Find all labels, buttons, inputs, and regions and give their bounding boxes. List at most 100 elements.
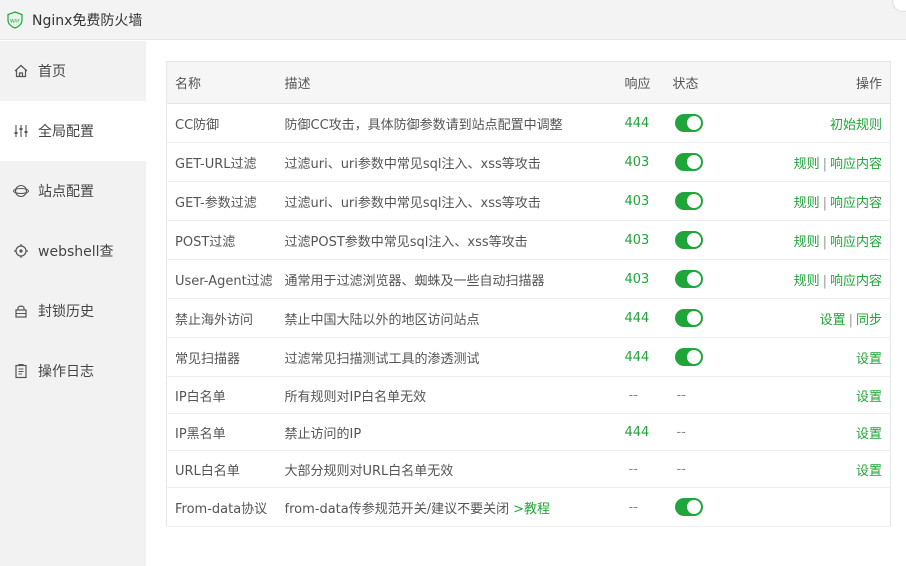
settings-link[interactable]: 设置 bbox=[856, 427, 882, 442]
row-name: CC防御 bbox=[166, 103, 285, 143]
sidebar-item-label: 全局配置 bbox=[38, 124, 94, 140]
status-toggle[interactable] bbox=[674, 348, 703, 366]
row-status bbox=[672, 142, 743, 182]
settings-link[interactable]: 设置 bbox=[820, 313, 846, 328]
sync-link[interactable]: 同步 bbox=[856, 313, 882, 328]
row-desc: 通常用于过滤浏览器、蜘蛛及一些自动扫描器 bbox=[284, 259, 625, 299]
sidebar-item-site-config[interactable]: 站点配置 bbox=[0, 161, 146, 221]
initial-rules-link[interactable]: 初始规则 bbox=[830, 118, 882, 133]
status-toggle[interactable] bbox=[674, 231, 703, 249]
row-desc: 过滤uri、uri参数中常见sql注入、xss等攻击 bbox=[284, 142, 625, 182]
row-ops: 设置 | 同步 bbox=[742, 298, 891, 338]
status-toggle[interactable] bbox=[674, 192, 703, 210]
status-toggle[interactable] bbox=[674, 270, 703, 288]
row-resp: -- bbox=[624, 450, 673, 488]
row-desc: 大部分规则对URL白名单无效 bbox=[284, 450, 625, 488]
row-resp: -- bbox=[624, 487, 673, 527]
row-name: IP黑名单 bbox=[166, 413, 285, 451]
status-toggle[interactable] bbox=[674, 498, 703, 516]
response-content-link[interactable]: 响应内容 bbox=[830, 157, 882, 172]
row-resp[interactable]: 403 bbox=[624, 220, 673, 260]
rules-link[interactable]: 规则 bbox=[794, 274, 820, 289]
row-status bbox=[672, 220, 743, 260]
rules-link[interactable]: 规则 bbox=[794, 235, 820, 250]
row-status: -- bbox=[672, 450, 743, 488]
logo-text: WAF bbox=[10, 18, 20, 24]
row-ops: 规则 | 响应内容 bbox=[742, 181, 891, 221]
row-resp[interactable]: 444 bbox=[624, 413, 673, 451]
sidebar-item-home[interactable]: 首页 bbox=[0, 41, 146, 101]
table-row: CC防御 防御CC攻击，具体防御参数请到站点配置中调整 444 初始规则 bbox=[166, 103, 891, 143]
rules-link[interactable]: 规则 bbox=[794, 157, 820, 172]
sidebar: 首页 全局配置 站点配置 webshell查 封锁历史 操作日志 bbox=[0, 41, 146, 566]
row-name: GET-参数过滤 bbox=[166, 181, 285, 221]
row-desc: 所有规则对IP白名单无效 bbox=[284, 376, 625, 414]
row-name: IP白名单 bbox=[166, 376, 285, 414]
separator: | bbox=[848, 312, 853, 328]
title-bar: WAF Nginx免费防火墙 bbox=[0, 0, 906, 40]
table-row: User-Agent过滤 通常用于过滤浏览器、蜘蛛及一些自动扫描器 403 规则… bbox=[166, 259, 891, 299]
tutorial-link[interactable]: >教程 bbox=[513, 502, 550, 517]
response-content-link[interactable]: 响应内容 bbox=[830, 196, 882, 211]
table-row: IP黑名单 禁止访问的IP 444 -- 设置 bbox=[166, 413, 891, 451]
table-row: POST过滤 过滤POST参数中常见sql注入、xss等攻击 403 规则 | 响应… bbox=[166, 220, 891, 260]
settings-link[interactable]: 设置 bbox=[856, 352, 882, 367]
header-name: 名称 bbox=[166, 61, 285, 104]
sidebar-item-global-config[interactable]: 全局配置 bbox=[0, 101, 146, 161]
row-name: From-data协议 bbox=[166, 487, 285, 527]
globe-icon bbox=[12, 182, 30, 200]
separator: | bbox=[822, 234, 827, 250]
settings-link[interactable]: 设置 bbox=[856, 464, 882, 479]
row-desc: 防御CC攻击，具体防御参数请到站点配置中调整 bbox=[284, 103, 625, 143]
response-content-link[interactable]: 响应内容 bbox=[830, 235, 882, 250]
row-status bbox=[672, 181, 743, 221]
row-ops: 规则 | 响应内容 bbox=[742, 142, 891, 182]
row-desc: 过滤常见扫描测试工具的渗透测试 bbox=[284, 337, 625, 377]
response-content-link[interactable]: 响应内容 bbox=[830, 274, 882, 289]
sidebar-item-operation-log[interactable]: 操作日志 bbox=[0, 341, 146, 401]
sidebar-item-label: 首页 bbox=[38, 64, 66, 80]
row-name: GET-URL过滤 bbox=[166, 142, 285, 182]
row-ops: 规则 | 响应内容 bbox=[742, 220, 891, 260]
row-desc: 过滤POST参数中常见sql注入、xss等攻击 bbox=[284, 220, 625, 260]
status-toggle[interactable] bbox=[674, 309, 703, 327]
row-resp: -- bbox=[624, 376, 673, 414]
separator: | bbox=[822, 156, 827, 172]
row-status bbox=[672, 298, 743, 338]
row-resp[interactable]: 403 bbox=[624, 259, 673, 299]
row-ops: 设置 bbox=[742, 337, 891, 377]
table-header-row: 名称 描述 响应 状态 操作 bbox=[166, 61, 891, 104]
target-icon bbox=[12, 242, 30, 260]
row-desc: from-data传参规范开关/建议不要关闭 >教程 bbox=[284, 487, 625, 527]
status-toggle[interactable] bbox=[674, 153, 703, 171]
sidebar-item-webshell[interactable]: webshell查 bbox=[0, 221, 146, 281]
close-icon[interactable] bbox=[892, 0, 906, 12]
sidebar-item-label: 站点配置 bbox=[38, 184, 94, 200]
home-icon bbox=[12, 62, 30, 80]
header-ops: 操作 bbox=[742, 61, 891, 104]
app-title: Nginx免费防火墙 bbox=[32, 12, 143, 29]
sidebar-item-label: webshell查 bbox=[38, 244, 114, 260]
row-status: -- bbox=[672, 376, 743, 414]
row-resp[interactable]: 444 bbox=[624, 103, 673, 143]
row-desc: 禁止访问的IP bbox=[284, 413, 625, 451]
table-row: GET-参数过滤 过滤uri、uri参数中常见sql注入、xss等攻击 403 … bbox=[166, 181, 891, 221]
row-resp[interactable]: 444 bbox=[624, 337, 673, 377]
table-row: IP白名单 所有规则对IP白名单无效 -- -- 设置 bbox=[166, 376, 891, 414]
table-row: GET-URL过滤 过滤uri、uri参数中常见sql注入、xss等攻击 403… bbox=[166, 142, 891, 182]
sidebar-item-block-history[interactable]: 封锁历史 bbox=[0, 281, 146, 341]
rules-link[interactable]: 规则 bbox=[794, 196, 820, 211]
row-ops: 初始规则 bbox=[742, 103, 891, 143]
separator: | bbox=[822, 273, 827, 289]
rules-table: 名称 描述 响应 状态 操作 CC防御 防御CC攻击，具体防御参数请到站点配置中… bbox=[166, 61, 891, 527]
row-ops: 规则 | 响应内容 bbox=[742, 259, 891, 299]
header-resp: 响应 bbox=[624, 61, 673, 104]
waf-shield-icon: WAF bbox=[6, 10, 24, 29]
table-row: 禁止海外访问 禁止中国大陆以外的地区访问站点 444 设置 | 同步 bbox=[166, 298, 891, 338]
table-row: From-data协议 from-data传参规范开关/建议不要关闭 >教程 -- bbox=[166, 487, 891, 527]
settings-link[interactable]: 设置 bbox=[856, 390, 882, 405]
row-resp[interactable]: 444 bbox=[624, 298, 673, 338]
status-toggle[interactable] bbox=[674, 114, 703, 132]
row-resp[interactable]: 403 bbox=[624, 181, 673, 221]
row-resp[interactable]: 403 bbox=[624, 142, 673, 182]
